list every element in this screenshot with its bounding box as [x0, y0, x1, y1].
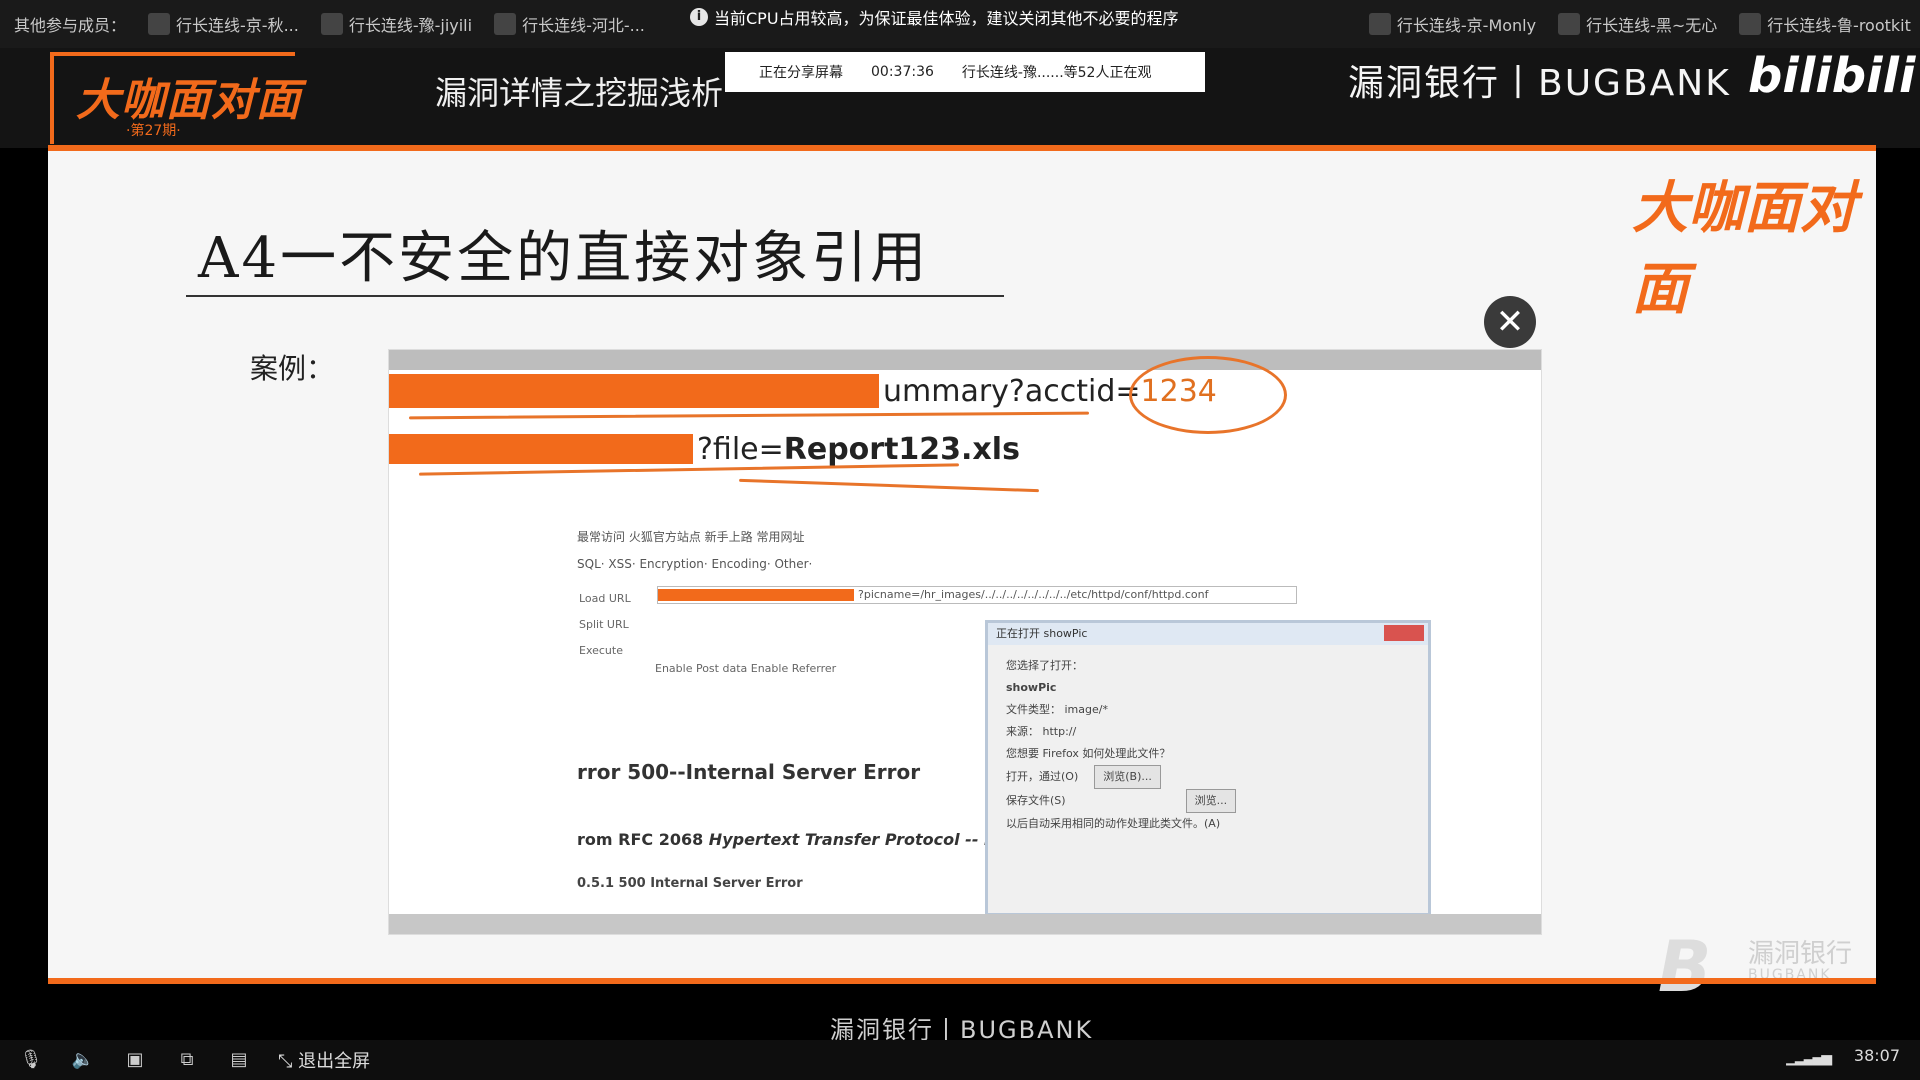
participant-item[interactable]: 行长连线-河北-...: [494, 12, 645, 36]
notice-text: 当前CPU占用较高，为保证最佳体验，建议关闭其他不必要的程序: [714, 9, 1179, 28]
dialog-title: 正在打开 showPic: [988, 623, 1428, 645]
share-status: 正在分享屏幕: [759, 65, 843, 81]
dialog-open-with: 打开，通过(O) 浏览(B)...: [1006, 765, 1410, 789]
share-timer: 00:37:36: [871, 64, 934, 80]
dialog-browse-button: 浏览(B)...: [1094, 765, 1161, 789]
show-logo: 大咖面对面: [76, 75, 301, 126]
avatar: [494, 13, 517, 35]
redaction-bar: [389, 434, 693, 464]
hackbar-url-field: ?picname=/hr_images/../../../../../../..…: [657, 586, 1297, 604]
hackbar-menu: SQL· XSS· Encryption· Encoding· Other·: [577, 557, 813, 571]
slide: 大咖面对面 A4一不安全的直接对象引用 案例： ummary?acctid=12…: [48, 151, 1876, 1008]
signal-icon: ▁▂▃▄▅: [1786, 1050, 1832, 1066]
speaker-icon[interactable]: 🔈: [70, 1049, 96, 1071]
dialog-save-file: 保存文件(S) 浏览...: [1006, 789, 1410, 813]
avatar: [320, 13, 343, 35]
slide-logo: 大咖面对面: [1632, 176, 1856, 322]
file-value: Report123.xls: [783, 432, 1020, 467]
split-url-label: Split URL: [579, 618, 629, 631]
screenshot-scrollbar: [389, 914, 1541, 934]
browser-toolbar: 最常访问 火狐官方站点 新手上路 常用网址 SQL· XSS· Encrypti…: [577, 528, 812, 583]
exit-fullscreen-icon: ⤡: [278, 1051, 299, 1072]
meeting-controls: 🎙 🔈 ▣ ⧉ ▤ ⤡ 退出全屏: [0, 1040, 1920, 1080]
dialog-filename: showPic: [1006, 681, 1057, 694]
issue-number: ·第27期·: [126, 123, 181, 139]
avatar: [148, 13, 171, 35]
download-dialog: 正在打开 showPic 您选择了打开： showPic 文件类型： image…: [985, 620, 1431, 916]
dialog-close-icon: [1384, 625, 1424, 641]
mic-muted-icon[interactable]: 🎙: [18, 1049, 44, 1071]
dialog-body: 您选择了打开： showPic 文件类型： image/* 来源： http:/…: [988, 645, 1428, 845]
camera-off-icon[interactable]: ▣: [122, 1049, 148, 1071]
participants-label: 其他参与成员：: [14, 16, 127, 35]
info-icon: i: [690, 8, 708, 26]
brand-name: 漏洞银行丨BUGBANK: [1348, 63, 1731, 104]
error-code: 0.5.1 500 Internal Server Error: [577, 876, 803, 891]
avatar: [1739, 13, 1762, 35]
execute-label: Execute: [579, 644, 623, 657]
dialog-remember: 以后自动采用相同的动作处理此类文件。(A): [1006, 817, 1221, 830]
close-icon[interactable]: ✕: [1484, 296, 1536, 348]
watermark-name: 漏洞银行: [1748, 939, 1853, 969]
participant-item[interactable]: 行长连线-京-Monly: [1368, 12, 1536, 36]
screenshot-toolbar: [389, 350, 1541, 370]
slide-title: A4一不安全的直接对象引用: [198, 226, 930, 291]
annotation-circle: [1129, 356, 1287, 434]
exit-fullscreen-button[interactable]: ⤡ 退出全屏: [278, 1047, 370, 1073]
clock: 38:07: [1853, 1046, 1900, 1065]
dialog-other-button: 浏览...: [1185, 789, 1237, 813]
avatar: [1368, 13, 1391, 35]
screen-share-icon[interactable]: ⧉: [174, 1049, 200, 1071]
bugbank-logo-icon: B: [1658, 926, 1712, 1008]
title-divider: [186, 295, 1004, 297]
frame-bottom: [48, 978, 1876, 984]
url-line-2: ?file=Report123.xls: [697, 432, 1020, 467]
load-url-label: Load URL: [579, 592, 631, 605]
redaction-bar: [658, 589, 854, 601]
bilibili-logo: bilibili: [1748, 48, 1916, 104]
error-title: rror 500--Internal Server Error: [577, 760, 921, 784]
example-screenshot: ummary?acctid=1234 ?file=Report123.xls 最…: [388, 349, 1542, 935]
share-status-box: 正在分享屏幕 00:37:36 行长连线-豫......等52人正在观: [725, 52, 1205, 92]
redaction-bar: [389, 374, 879, 408]
avatar: [1558, 13, 1581, 35]
image-icon[interactable]: ▤: [226, 1049, 252, 1071]
annotation-scribble: [419, 463, 959, 476]
cpu-notice: i 当前CPU占用较高，为保证最佳体验，建议关闭其他不必要的程序: [690, 5, 1179, 29]
hackbar-options: Enable Post data Enable Referrer: [655, 662, 837, 675]
participant-item[interactable]: 行长连线-鲁-rootkit: [1739, 12, 1911, 36]
case-label: 案例：: [250, 352, 335, 385]
annotation-scribble: [408, 411, 1090, 420]
annotation-scribble: [739, 478, 1039, 493]
hackbar-actions: Load URL Split URL Execute: [579, 586, 631, 664]
participant-item[interactable]: 行长连线-京-秋...: [148, 12, 299, 36]
page-title: 漏洞详情之挖掘浅析: [435, 74, 724, 112]
participant-item[interactable]: 行长连线-黑~无心: [1558, 12, 1717, 36]
bookmarks-row: 最常访问 火狐官方站点 新手上路 常用网址: [577, 530, 805, 544]
participant-item[interactable]: 行长连线-豫-jiyili: [320, 12, 472, 36]
viewer-count: 行长连线-豫......等52人正在观: [961, 65, 1152, 81]
error-rfc: rom RFC 2068 Hypertext Transfer Protocol…: [577, 830, 1009, 849]
